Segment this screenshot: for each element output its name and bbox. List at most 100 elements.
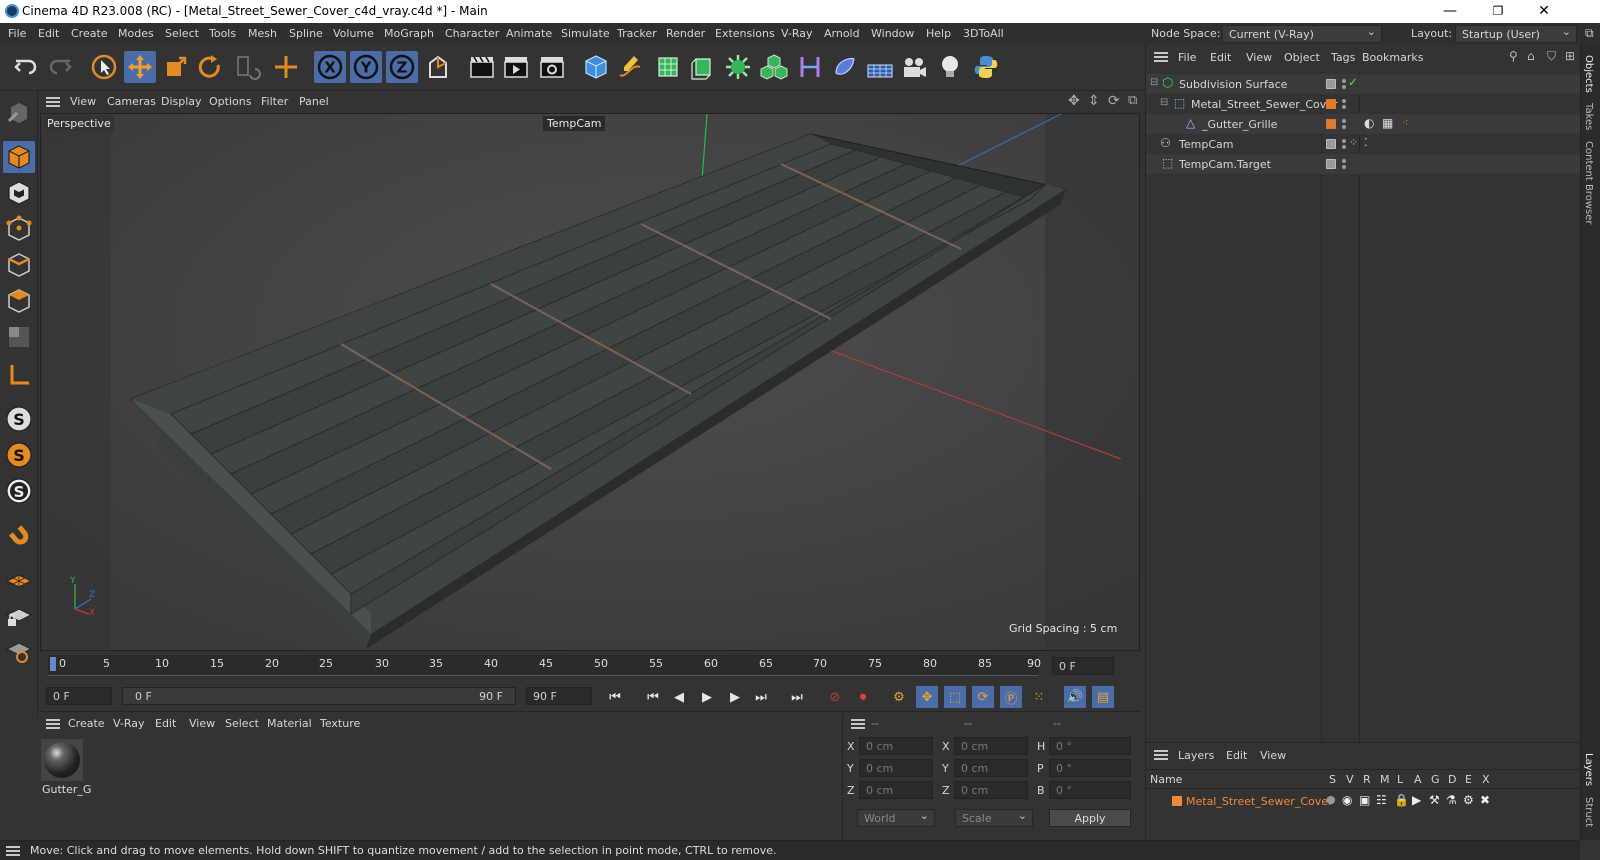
pen-spline-button[interactable] — [614, 51, 646, 83]
layer-color-chip[interactable] — [1326, 79, 1336, 89]
subdivision-surface-button[interactable] — [652, 51, 684, 83]
python-button[interactable] — [970, 51, 1002, 83]
menu-tracker[interactable]: Tracker — [617, 27, 657, 40]
timeline-ruler[interactable]: 0 5 10 15 20 25 30 35 40 45 50 55 60 65 … — [38, 651, 1140, 680]
target-tag-icon[interactable]: ⁘ — [1349, 136, 1358, 149]
rotation-key-button[interactable]: ⟳ — [972, 686, 994, 708]
coord-space-select[interactable]: World — [857, 809, 935, 827]
uv-mode-button[interactable] — [3, 321, 35, 353]
snap-settings-button[interactable]: S — [3, 439, 35, 471]
object-menu-view[interactable]: View — [1246, 51, 1272, 64]
menu-render[interactable]: Render — [666, 27, 705, 40]
z-axis-toggle[interactable]: Z — [386, 51, 418, 83]
sound-button[interactable]: 🔊 — [1064, 686, 1086, 708]
layer-manager-icon[interactable]: ☷ — [1376, 793, 1387, 807]
go-to-start-button[interactable]: ⏮ — [604, 686, 626, 708]
polygons-mode-button[interactable] — [3, 285, 35, 317]
object-row-gutter-grille[interactable]: △ _Gutter_Grille ◐ ▦ ⁖ — [1146, 114, 1581, 134]
menu-spline[interactable]: Spline — [289, 27, 323, 40]
viewport-menu-cameras[interactable]: Cameras — [107, 95, 156, 108]
menu-window[interactable]: Window — [871, 27, 914, 40]
min-frame-field[interactable]: 0 F — [46, 687, 112, 705]
layer-deformer-icon[interactable]: ⚗ — [1446, 793, 1457, 807]
object-row-tempcam-target[interactable]: ⬚ TempCam.Target — [1146, 154, 1581, 174]
layer-name[interactable]: Metal_Street_Sewer_Cover — [1186, 795, 1333, 808]
mograph-cloner-button[interactable] — [722, 51, 754, 83]
menu-vray[interactable]: V-Ray — [781, 27, 813, 40]
vray-tag-icon[interactable]: ⁖ — [1402, 116, 1408, 129]
model-mode-button[interactable] — [3, 141, 35, 173]
node-space-select[interactable]: Current (V-Ray) — [1222, 25, 1382, 43]
material-menu-view[interactable]: View — [189, 717, 215, 730]
axis-mode-button[interactable] — [3, 359, 35, 391]
object-menu-object[interactable]: Object — [1284, 51, 1320, 64]
scale-key-button[interactable]: ⬚ — [944, 686, 966, 708]
menu-tools[interactable]: Tools — [209, 27, 236, 40]
floor-button[interactable] — [864, 51, 896, 83]
viewport-menu-view[interactable]: View — [70, 95, 96, 108]
keyframe-selection-button[interactable]: ⚙ — [888, 686, 910, 708]
layers-menu-edit[interactable]: Edit — [1226, 749, 1247, 762]
viewport-menu-panel[interactable]: Panel — [299, 95, 329, 108]
layer-color-chip[interactable] — [1326, 159, 1336, 169]
object-menu-icon[interactable] — [1154, 52, 1168, 62]
menu-extensions[interactable]: Extensions — [715, 27, 775, 40]
collapse-icon[interactable]: ⊟ — [1150, 77, 1158, 88]
material-tag-icon[interactable]: ▦ — [1382, 116, 1393, 130]
viewport-rotate-icon[interactable]: ⟳ — [1108, 93, 1120, 109]
snap-workplane-button[interactable]: S — [3, 475, 35, 507]
layer-render-icon[interactable]: ▣ — [1359, 793, 1370, 807]
render-view-button[interactable] — [466, 51, 498, 83]
layer-eye-icon[interactable]: ◉ — [1342, 793, 1352, 807]
menu-3dtoall[interactable]: 3DToAll — [963, 27, 1004, 40]
menu-mograph[interactable]: MoGraph — [384, 27, 434, 40]
coord-rot-b-field[interactable]: 0 ° — [1049, 781, 1131, 799]
extrude-button[interactable] — [686, 51, 718, 83]
previous-frame-button[interactable]: ◀ — [668, 686, 690, 708]
apply-button[interactable]: Apply — [1049, 809, 1131, 827]
material-menu-texture[interactable]: Texture — [320, 717, 360, 730]
mograph-array-button[interactable] — [758, 51, 790, 83]
layers-menu-view[interactable]: View — [1260, 749, 1286, 762]
menu-volume[interactable]: Volume — [333, 27, 374, 40]
layers-menu-layers[interactable]: Layers — [1178, 749, 1214, 762]
visibility-dots[interactable] — [1342, 139, 1346, 149]
rotate-tool-button[interactable] — [194, 51, 226, 83]
menu-select[interactable]: Select — [165, 27, 199, 40]
playhead[interactable] — [50, 657, 56, 671]
field-button[interactable] — [828, 51, 860, 83]
move-tool-button[interactable] — [124, 51, 156, 83]
coord-rot-h-field[interactable]: 0 ° — [1049, 737, 1131, 755]
layer-color-chip[interactable] — [1326, 119, 1336, 129]
menu-help[interactable]: Help — [926, 27, 951, 40]
coord-size-x-field[interactable]: 0 cm — [954, 737, 1028, 755]
viewport-menu-icon[interactable] — [46, 97, 60, 107]
3d-viewport[interactable]: Perspective TempCam Grid Spacing : 5 cm … — [40, 113, 1140, 651]
viewport-dolly-icon[interactable]: ⇕ — [1088, 93, 1100, 109]
frame-range-slider[interactable]: 0 F 90 F — [122, 687, 516, 705]
material-menu-vray[interactable]: V-Ray — [113, 717, 145, 730]
menu-edit[interactable]: Edit — [38, 27, 59, 40]
live-selection-button[interactable] — [270, 51, 302, 83]
next-frame-button[interactable]: ▶ — [724, 686, 746, 708]
visibility-dots[interactable] — [1342, 159, 1346, 169]
tab-structure[interactable]: Struct — [1583, 797, 1594, 827]
coord-pos-y-field[interactable]: 0 cm — [859, 759, 933, 777]
planar-workplane-button[interactable] — [3, 635, 35, 667]
camera-button[interactable] — [898, 51, 930, 83]
coordinates-menu-icon[interactable] — [851, 719, 865, 729]
position-key-button[interactable]: ✥ — [916, 686, 938, 708]
render-settings-button[interactable] — [536, 51, 568, 83]
light-button[interactable] — [934, 51, 966, 83]
previous-key-button[interactable]: ⏮ — [642, 686, 664, 708]
layout-select[interactable]: Startup (User) — [1455, 25, 1577, 43]
record-button[interactable]: ⏺ — [852, 686, 874, 708]
tab-layers[interactable]: Layers — [1583, 753, 1594, 786]
redo-button[interactable] — [44, 51, 76, 83]
material-menu-select[interactable]: Select — [225, 717, 259, 730]
menu-character[interactable]: Character — [445, 27, 499, 40]
material-menu-create[interactable]: Create — [68, 717, 105, 730]
layer-row[interactable]: Metal_Street_Sewer_Cover ● ◉ ▣ ☷ 🔒 ▶ ⚒ ⚗… — [1146, 791, 1581, 811]
workplane-button[interactable] — [3, 563, 35, 595]
layer-expression-icon[interactable]: ⚙ — [1463, 793, 1474, 807]
